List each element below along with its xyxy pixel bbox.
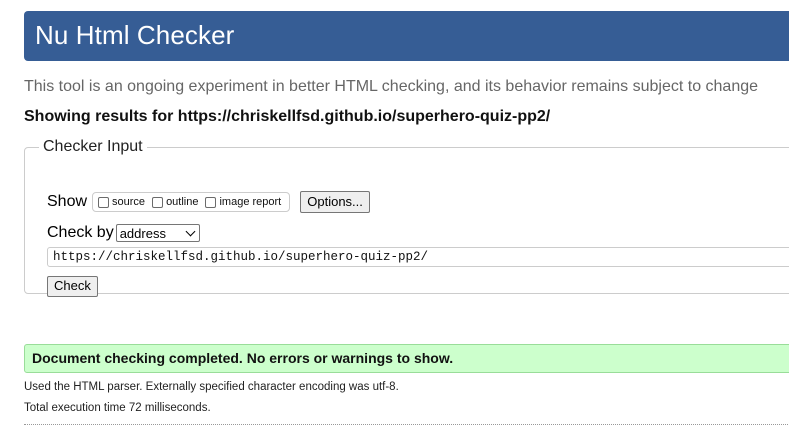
execution-time: Total execution time 72 milliseconds. [24, 402, 211, 414]
show-image-report-option[interactable]: image report [202, 196, 281, 208]
parser-note: Used the HTML parser. Externally specifi… [24, 381, 399, 393]
outline-checkbox-label: outline [166, 196, 199, 208]
check-button[interactable]: Check [47, 276, 98, 297]
options-button[interactable]: Options... [300, 191, 370, 213]
show-outline-option[interactable]: outline [149, 196, 198, 208]
page-title: Nu Html Checker [35, 20, 235, 50]
url-input[interactable]: https://chriskellfsd.github.io/superhero… [47, 247, 789, 267]
outline-checkbox[interactable] [152, 196, 164, 208]
results-heading: Showing results for https://chriskellfsd… [24, 108, 551, 125]
check-by-selected-value: address [119, 225, 166, 241]
show-row: Show source outline image report Options… [47, 191, 370, 213]
image-report-checkbox-label: image report [219, 196, 282, 208]
footer-divider [24, 424, 789, 425]
header-banner: Nu Html Checker [24, 11, 789, 61]
checker-input-fieldset: Checker Input Show source outline image … [24, 138, 789, 297]
show-label: Show [47, 193, 88, 210]
source-checkbox[interactable] [98, 196, 110, 208]
check-by-label: Check by [47, 224, 114, 241]
success-message: Document checking completed. No errors o… [24, 344, 789, 373]
check-by-row: Check by address [47, 224, 200, 242]
check-by-select[interactable]: address [115, 224, 200, 242]
tool-description: This tool is an ongoing experiment in be… [24, 78, 759, 95]
checker-input-legend: Checker Input [43, 138, 143, 155]
show-options-group: source outline image report [92, 192, 291, 212]
source-checkbox-label: source [112, 196, 146, 208]
image-report-checkbox[interactable] [205, 196, 217, 208]
chevron-down-icon [185, 226, 196, 236]
show-source-option[interactable]: source [95, 196, 145, 208]
page: Nu Html Checker This tool is an ongoing … [0, 0, 789, 431]
